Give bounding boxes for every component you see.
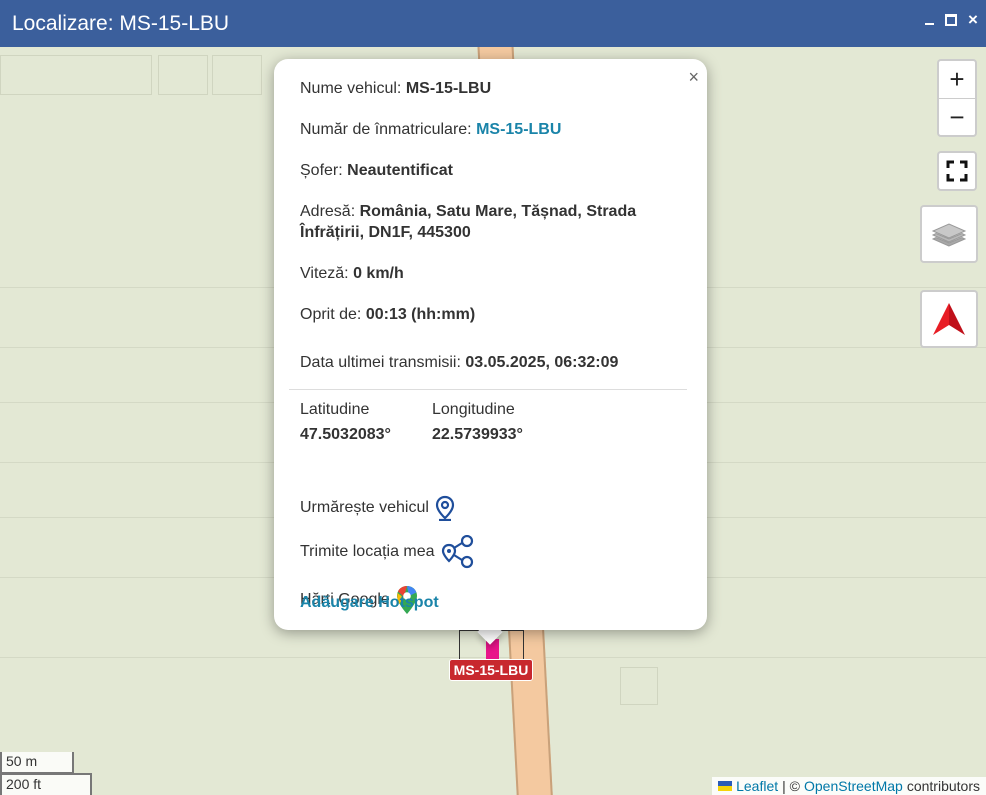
stopped-label: Oprit de: <box>300 306 362 323</box>
openstreetmap-link[interactable]: OpenStreetMap <box>804 778 903 794</box>
send-location-action[interactable]: Trimite locația mea <box>300 535 477 569</box>
zoom-in-button[interactable]: + <box>939 61 975 99</box>
popup-close-button[interactable]: × <box>688 67 699 88</box>
window-controls: × <box>922 10 980 29</box>
longitude-label: Longitudine <box>432 401 515 418</box>
popup-divider <box>289 389 687 390</box>
registration-row: Număr de înmatriculare: MS-15-LBU <box>300 119 681 140</box>
map-attribution: Leaflet | © OpenStreetMap contributors <box>712 777 986 795</box>
window-titlebar: Localizare: MS-15-LBU × <box>0 0 986 47</box>
maximize-icon <box>945 14 957 26</box>
driver-label: Șofer: <box>300 162 343 179</box>
speed-label: Viteză: <box>300 265 349 282</box>
location-pin-icon <box>435 495 455 521</box>
background-pagination <box>620 667 658 705</box>
longitude-value: 22.5739933° <box>432 426 523 443</box>
last-transmission-value: 03.05.2025, 06:32:09 <box>465 354 619 371</box>
share-location-icon <box>441 535 473 569</box>
zoom-out-button[interactable]: − <box>939 99 975 136</box>
leaflet-link[interactable]: Leaflet <box>736 778 778 794</box>
attribution-separator: | © <box>782 778 800 794</box>
minimize-button[interactable] <box>922 12 936 28</box>
stopped-row: Oprit de: 00:13 (hh:mm) <box>300 304 681 325</box>
attribution-contributors: contributors <box>906 778 980 794</box>
north-arrow-icon <box>933 303 965 335</box>
last-transmission-row: Data ultimei transmisii: 03.05.2025, 06:… <box>300 352 681 373</box>
longitude-block: Longitudine 22.5739933° <box>432 401 523 444</box>
latitude-value: 47.5032083° <box>300 426 391 443</box>
fullscreen-button[interactable] <box>937 151 977 191</box>
vehicle-marker-label[interactable]: MS-15-LBU <box>449 659 533 681</box>
maximize-button[interactable] <box>944 12 958 28</box>
registration-link[interactable]: MS-15-LBU <box>476 121 561 138</box>
north-arrow-button[interactable] <box>920 290 978 348</box>
vehicle-popup: × Nume vehicul: MS-15-LBU Număr de înmat… <box>274 59 707 630</box>
stopped-value: 00:13 (hh:mm) <box>365 306 476 323</box>
vehicle-name-label: Nume vehicul: <box>300 80 402 97</box>
close-icon: × <box>968 10 978 29</box>
speed-value: 0 km/h <box>353 265 404 282</box>
scale-imperial: 200 ft <box>0 773 92 795</box>
vehicle-name-value: MS-15-LBU <box>405 80 492 97</box>
registration-label: Număr de înmatriculare: <box>300 121 472 138</box>
background-button <box>0 55 152 95</box>
zoom-control: + − <box>937 59 977 137</box>
driver-value: Neautentificat <box>347 162 453 179</box>
speed-row: Viteză: 0 km/h <box>300 263 681 284</box>
send-location-label: Trimite locația mea <box>300 543 435 560</box>
background-button <box>212 55 262 95</box>
add-hotspot-link[interactable]: Adăugare Hotspot <box>300 594 439 612</box>
address-row: Adresă: România, Satu Mare, Tășnad, Stra… <box>300 201 681 243</box>
layers-button[interactable] <box>920 205 978 263</box>
driver-row: Șofer: Neautentificat <box>300 160 681 181</box>
close-window-button[interactable]: × <box>966 10 980 29</box>
follow-vehicle-action[interactable]: Urmărește vehicul <box>300 495 455 521</box>
vehicle-name-row: Nume vehicul: MS-15-LBU <box>300 78 681 99</box>
background-button <box>158 55 208 95</box>
map-area[interactable]: MS-15-LBU + − 50 m 200 ft Leaflet | © Op… <box>0 47 986 795</box>
address-label: Adresă: <box>300 203 356 220</box>
ukraine-flag-icon <box>718 781 733 791</box>
follow-vehicle-label: Urmărește vehicul <box>300 499 429 516</box>
layers-icon <box>931 223 967 247</box>
scale-metric: 50 m <box>0 752 74 774</box>
latitude-label: Latitudine <box>300 401 370 418</box>
last-transmission-label: Data ultimei transmisii: <box>300 354 461 371</box>
fullscreen-icon <box>946 160 968 182</box>
window-title: Localizare: MS-15-LBU <box>12 11 230 35</box>
minimize-icon <box>924 23 934 25</box>
latitude-block: Latitudine 47.5032083° <box>300 401 391 444</box>
